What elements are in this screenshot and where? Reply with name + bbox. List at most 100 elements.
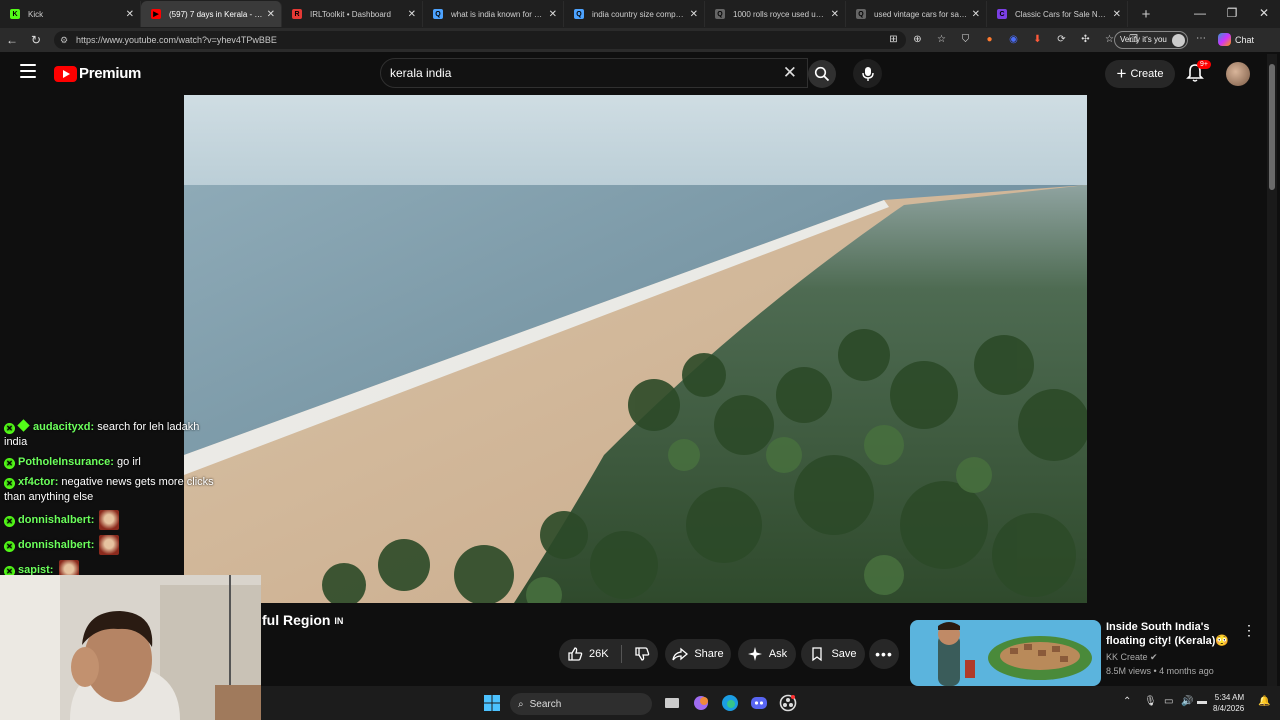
recommended-channel[interactable]: KK Create ✔ <box>1106 652 1158 663</box>
browser-tab[interactable]: Qused vintage cars for sale - S ✕ <box>846 1 987 27</box>
chat-badge-icon: ✕ <box>4 540 15 552</box>
reload-icon[interactable]: ↻ <box>24 33 48 47</box>
save-button[interactable]: Save <box>801 639 865 669</box>
more-vertical-icon[interactable]: ⋮ <box>1242 622 1256 639</box>
new-tab-button[interactable]: + <box>1134 6 1158 23</box>
battery-icon[interactable]: ▬ <box>1197 696 1207 707</box>
recommended-video[interactable]: Inside South India's floating city! (Ker… <box>910 620 1280 686</box>
search-input[interactable]: kerala india ✕ <box>380 58 808 88</box>
obs-icon[interactable] <box>779 694 797 712</box>
sparkle-icon <box>747 647 762 661</box>
browser-tab[interactable]: C Classic Cars for Sale Near Me ✕ <box>987 1 1128 27</box>
search-value: kerala india <box>390 66 452 80</box>
video-frame-kerala-coast <box>184 95 1087 603</box>
ask-button[interactable]: Ask <box>738 639 796 669</box>
page-scrollbar[interactable] <box>1267 54 1277 694</box>
tab-title: IRLToolkit • Dashboard <box>310 9 391 19</box>
scrollbar-thumb[interactable] <box>1269 64 1275 190</box>
share-label: Share <box>694 648 724 660</box>
refresh-extension-icon[interactable]: ⟳ <box>1052 32 1071 48</box>
notifications-button[interactable]: 9+ <box>1186 60 1211 85</box>
search-button[interactable] <box>808 60 836 88</box>
recommended-thumbnail[interactable] <box>910 620 1101 686</box>
close-tab-icon[interactable]: ✕ <box>831 9 839 20</box>
bookmark-star-icon[interactable]: ☆ <box>932 32 951 48</box>
close-tab-icon[interactable]: ✕ <box>972 9 980 20</box>
chat-username[interactable]: PotholeInsurance <box>18 456 110 468</box>
close-tab-icon[interactable]: ✕ <box>126 9 134 20</box>
browser-tab[interactable]: Qindia country size compared ✕ <box>564 1 705 27</box>
back-icon[interactable]: ← <box>0 33 24 47</box>
browser-tab[interactable]: ▶ (597) 7 days in Kerala - India's ✕ <box>141 1 282 27</box>
show-hidden-icons[interactable]: ⌃ <box>1123 696 1131 707</box>
video-player[interactable] <box>184 95 1087 603</box>
tab-favicon-icon: K <box>10 9 20 19</box>
discord-icon[interactable] <box>750 694 768 712</box>
browser-tab[interactable]: Qwhat is india known for by th ✕ <box>423 1 564 27</box>
brand-label: Premium <box>79 65 142 82</box>
chat-text: go irl <box>117 456 141 468</box>
start-button[interactable] <box>483 694 501 712</box>
close-tab-icon[interactable]: ✕ <box>1113 9 1121 20</box>
share-button[interactable]: Share <box>665 639 731 669</box>
tab-favicon-icon: Q <box>574 9 584 19</box>
close-tab-icon[interactable]: ✕ <box>690 9 698 20</box>
ask-label: Ask <box>768 648 788 660</box>
copilot-taskbar-icon[interactable] <box>692 694 710 712</box>
zoom-icon[interactable]: ⊕ <box>908 32 927 48</box>
chat-username[interactable]: donnishalbert <box>18 539 91 551</box>
verify-label: Verify it's you <box>1120 35 1167 44</box>
extensions-puzzle-icon[interactable]: ✣ <box>1076 32 1095 48</box>
address-bar[interactable]: ⚙ https://www.youtube.com/watch?v=yhev4T… <box>54 31 906 49</box>
copilot-chat-button[interactable]: Chat <box>1218 33 1254 46</box>
youtube-logo[interactable]: Premium <box>54 65 141 82</box>
task-view-icon[interactable] <box>663 694 681 712</box>
download-icon[interactable]: ⬇ <box>1028 32 1047 48</box>
volume-icon[interactable]: 🔊 <box>1181 696 1193 707</box>
browser-tab[interactable]: R IRLToolkit • Dashboard ✕ <box>282 1 423 27</box>
create-button[interactable]: + Create <box>1105 60 1175 88</box>
account-avatar[interactable] <box>1226 62 1250 86</box>
browser-extension-icons: ⊞ ⊕ ☆ ⛉ ● ◉ ⬇ ⟳ ✣ ☆ ❐ <box>884 32 1143 48</box>
chat-username[interactable]: xf4ctor <box>18 476 55 488</box>
chat-emote-icon <box>99 535 120 555</box>
shield-icon[interactable]: ⛉ <box>956 32 975 48</box>
close-tab-icon[interactable]: ✕ <box>267 9 275 20</box>
verify-profile-button[interactable]: Verify it's you <box>1114 31 1188 49</box>
more-actions-button[interactable]: ••• <box>869 639 899 669</box>
notification-center-icon[interactable]: 🔔 <box>1258 696 1270 707</box>
app-install-icon[interactable]: ⊞ <box>884 32 903 48</box>
site-info-icon[interactable]: ⚙ <box>60 35 72 46</box>
close-tab-icon[interactable]: ✕ <box>408 9 416 20</box>
more-options-icon[interactable]: ⋯ <box>1196 33 1206 44</box>
chat-badge-icon: ✕ <box>4 458 15 469</box>
chat-message: ✕ xf4ctor: negative news gets more clicks… <box>4 475 219 505</box>
browser-tab[interactable]: Q 1000 rolls royce used united ✕ <box>705 1 846 27</box>
taskbar-search[interactable]: ⌕ Search <box>510 693 652 715</box>
close-tab-icon[interactable]: ✕ <box>549 9 557 20</box>
close-window-icon[interactable]: ✕ <box>1248 0 1280 26</box>
restore-icon[interactable]: ❐ <box>1216 0 1248 26</box>
thumbnail-image <box>910 620 1101 686</box>
like-dislike-group: 26K <box>559 639 658 669</box>
dislike-button[interactable] <box>634 646 650 662</box>
browser-tab[interactable]: K Kick ✕ <box>0 1 141 27</box>
extension-icon[interactable]: ◉ <box>1004 32 1023 48</box>
chat-username[interactable]: donnishalbert <box>18 514 91 526</box>
voice-search-button[interactable] <box>853 59 882 88</box>
menu-icon[interactable] <box>20 64 36 80</box>
system-clock[interactable]: 5:34 AM 8/4/2026 <box>1213 692 1244 714</box>
tab-favicon-icon: Q <box>856 9 866 19</box>
display-icon[interactable]: ▭ <box>1164 696 1173 707</box>
tab-title: used vintage cars for sale - S <box>874 9 968 19</box>
edge-browser-icon[interactable] <box>721 694 739 712</box>
like-button[interactable]: 26K <box>567 646 609 662</box>
recommended-title[interactable]: Inside South India's floating city! (Ker… <box>1106 620 1246 648</box>
extension-icon[interactable]: ● <box>980 32 999 48</box>
windows-taskbar: ⌕ Search ⌃ 🎙 ▭ 🔊 ▬ 5:34 AM 8/4/2026 🔔 <box>261 686 1280 720</box>
video-title: ful Region IN <box>262 612 343 628</box>
chat-username[interactable]: audacityxd <box>33 421 90 433</box>
minimize-icon[interactable]: — <box>1184 0 1216 26</box>
clear-search-icon[interactable]: ✕ <box>783 59 797 87</box>
microphone-tray-icon[interactable]: 🎙 <box>1144 696 1157 707</box>
